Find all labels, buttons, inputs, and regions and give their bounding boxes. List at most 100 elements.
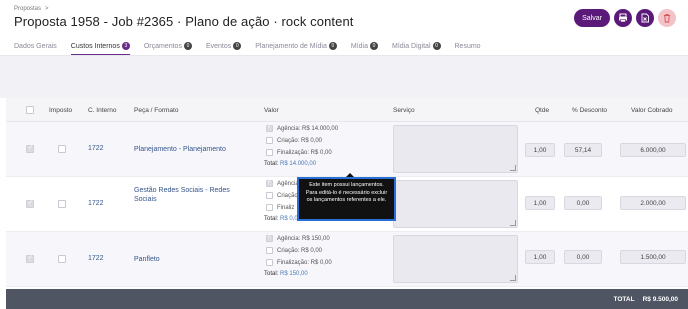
tab-midia[interactable]: Mídia 0 bbox=[351, 40, 378, 52]
peca-formato[interactable]: Planejamento - Planejamento bbox=[134, 145, 252, 154]
breadcrumb-separator: > bbox=[45, 6, 49, 12]
row-select-checkbox[interactable] bbox=[26, 199, 34, 208]
row-select-checkbox[interactable] bbox=[26, 144, 34, 153]
desconto-input[interactable]: 0,00 bbox=[564, 196, 602, 210]
desconto-input[interactable]: 57,14 bbox=[564, 143, 602, 157]
criacao-value: Criação: R$ 0,00 bbox=[277, 247, 323, 254]
imposto-checkbox[interactable] bbox=[58, 145, 66, 153]
peca-formato[interactable]: Gestão Redes Sociais - Redes Sociais bbox=[134, 186, 252, 204]
valor-finalizacao: Finalização: R$ 0,00 bbox=[266, 149, 332, 156]
tab-count-badge: 0 bbox=[328, 42, 337, 50]
peca-formato[interactable]: Panfleto bbox=[134, 255, 252, 264]
total-label: Total: bbox=[264, 161, 279, 167]
agencia-checkbox[interactable] bbox=[266, 235, 273, 242]
valor-agencia: Agência bbox=[266, 180, 299, 187]
finalizacao-value: Finalização: R$ 0,00 bbox=[277, 259, 332, 266]
table-row: 1722 Panfleto Agência: R$ 150,00 Criação… bbox=[6, 232, 688, 287]
printer-icon bbox=[619, 13, 627, 23]
header-actions: Salvar bbox=[574, 9, 676, 27]
internal-code[interactable]: 1722 bbox=[88, 145, 104, 152]
tab-label: Planejamento de Mídia bbox=[255, 42, 327, 50]
valor-finalizacao: Finalização: R$ 0,00 bbox=[266, 259, 332, 266]
criacao-checkbox[interactable] bbox=[266, 247, 273, 254]
tab-count-badge: 0 bbox=[432, 42, 441, 50]
servico-textarea[interactable] bbox=[393, 235, 518, 283]
header-valor: Valor bbox=[264, 107, 279, 114]
tab-planejamento-de-midia[interactable]: Planejamento de Mídia 0 bbox=[255, 40, 337, 52]
qtde-input[interactable]: 1,00 bbox=[525, 143, 555, 157]
qtde-input[interactable]: 1,00 bbox=[525, 250, 555, 264]
row-select-checkbox[interactable] bbox=[26, 254, 34, 263]
tab-eventos[interactable]: Eventos 0 bbox=[205, 40, 242, 52]
valor-criacao: Criação bbox=[266, 192, 298, 199]
valor-cobrado-input[interactable]: 2.000,00 bbox=[620, 196, 686, 210]
criacao-checkbox[interactable] bbox=[266, 192, 273, 199]
tab-label: Eventos bbox=[205, 42, 232, 50]
header-imposto: Imposto bbox=[49, 107, 73, 114]
delete-button[interactable] bbox=[658, 9, 676, 27]
tab-count-badge: 0 bbox=[183, 42, 192, 50]
header-valor-cobrado: Valor Cobrado bbox=[631, 107, 673, 114]
agencia-checkbox[interactable] bbox=[266, 125, 273, 132]
valor-agencia: Agência: R$ 150,00 bbox=[266, 235, 330, 242]
trash-icon bbox=[664, 14, 670, 23]
imposto-checkbox[interactable] bbox=[58, 200, 66, 208]
tab-dados-gerais[interactable]: Dados Gerais bbox=[14, 40, 57, 52]
finalizacao-checkbox[interactable] bbox=[266, 204, 273, 211]
qtde-input[interactable]: 1,00 bbox=[525, 196, 555, 210]
table-row: 1722 Planejamento - Planejamento Agência… bbox=[6, 122, 688, 177]
servico-textarea[interactable] bbox=[393, 180, 518, 228]
valor-cobrado-input[interactable]: 6.000,00 bbox=[620, 143, 686, 157]
agencia-checkbox[interactable] bbox=[266, 180, 273, 187]
tab-count-badge: 0 bbox=[233, 42, 242, 50]
valor-total: Total: R$ 14.000,00 bbox=[264, 161, 316, 167]
save-button[interactable]: Salvar bbox=[574, 9, 610, 27]
valor-total: Total: R$ 0,0 bbox=[264, 216, 298, 222]
internal-code[interactable]: 1722 bbox=[88, 255, 104, 262]
finalizacao-checkbox[interactable] bbox=[266, 149, 273, 156]
footer-total-value: R$ 9.500,00 bbox=[642, 295, 678, 303]
finalizacao-value: Finalização: R$ 0,00 bbox=[277, 149, 332, 156]
criacao-checkbox[interactable] bbox=[266, 137, 273, 144]
tab-midia-digital[interactable]: Mídia Digital 0 bbox=[392, 40, 441, 52]
tab-custos-internos[interactable]: Custos Internos 3 bbox=[70, 40, 130, 56]
tab-label: Custos Internos bbox=[70, 42, 120, 50]
content-background bbox=[0, 56, 688, 98]
imposto-checkbox[interactable] bbox=[58, 255, 66, 263]
header-desconto: % Desconto bbox=[572, 107, 608, 114]
tab-label: Resumo bbox=[454, 42, 481, 50]
breadcrumb: Propostas > bbox=[14, 6, 49, 12]
export-excel-button[interactable] bbox=[636, 9, 654, 27]
tab-bar: Dados Gerais Custos Internos 3 Orçamentos… bbox=[14, 40, 481, 56]
servico-textarea[interactable] bbox=[393, 125, 518, 173]
print-button[interactable] bbox=[614, 9, 632, 27]
tooltip: Este item possui lançamentos. Para editá… bbox=[297, 177, 396, 221]
total-label: Total: bbox=[264, 271, 279, 277]
header-peca: Peça / Formato bbox=[134, 107, 179, 114]
internal-code[interactable]: 1722 bbox=[88, 200, 104, 207]
agencia-value: Agência: R$ 150,00 bbox=[277, 235, 330, 242]
tab-count-badge: 3 bbox=[121, 42, 130, 50]
tooltip-text: Este item possui lançamentos. Para editá… bbox=[305, 182, 388, 203]
agencia-value: Agência bbox=[277, 180, 299, 187]
tab-resumo[interactable]: Resumo bbox=[455, 40, 481, 52]
desconto-input[interactable]: 0,00 bbox=[564, 250, 602, 264]
select-all-checkbox[interactable] bbox=[26, 106, 34, 114]
header-c-interno: C. Interno bbox=[88, 107, 117, 114]
tab-label: Mídia bbox=[350, 42, 368, 50]
table-header: Imposto C. Interno Peça / Formato Valor … bbox=[6, 98, 688, 122]
valor-criacao: Criação: R$ 0,00 bbox=[266, 137, 322, 144]
total-amount: R$ 150,00 bbox=[280, 271, 308, 277]
tab-label: Mídia Digital bbox=[391, 42, 431, 50]
tab-label: Orçamentos bbox=[143, 42, 182, 50]
header-qtde: Qtde bbox=[535, 107, 550, 114]
total-label: Total: bbox=[264, 216, 279, 222]
header-servico: Serviço bbox=[393, 107, 415, 114]
tab-count-badge: 0 bbox=[369, 42, 378, 50]
valor-criacao: Criação: R$ 0,00 bbox=[266, 247, 322, 254]
tab-orcamentos[interactable]: Orçamentos 0 bbox=[144, 40, 192, 52]
spreadsheet-icon bbox=[641, 13, 649, 23]
breadcrumb-link[interactable]: Propostas bbox=[14, 6, 41, 12]
finalizacao-checkbox[interactable] bbox=[266, 259, 273, 266]
valor-cobrado-input[interactable]: 1.500,00 bbox=[620, 250, 686, 264]
